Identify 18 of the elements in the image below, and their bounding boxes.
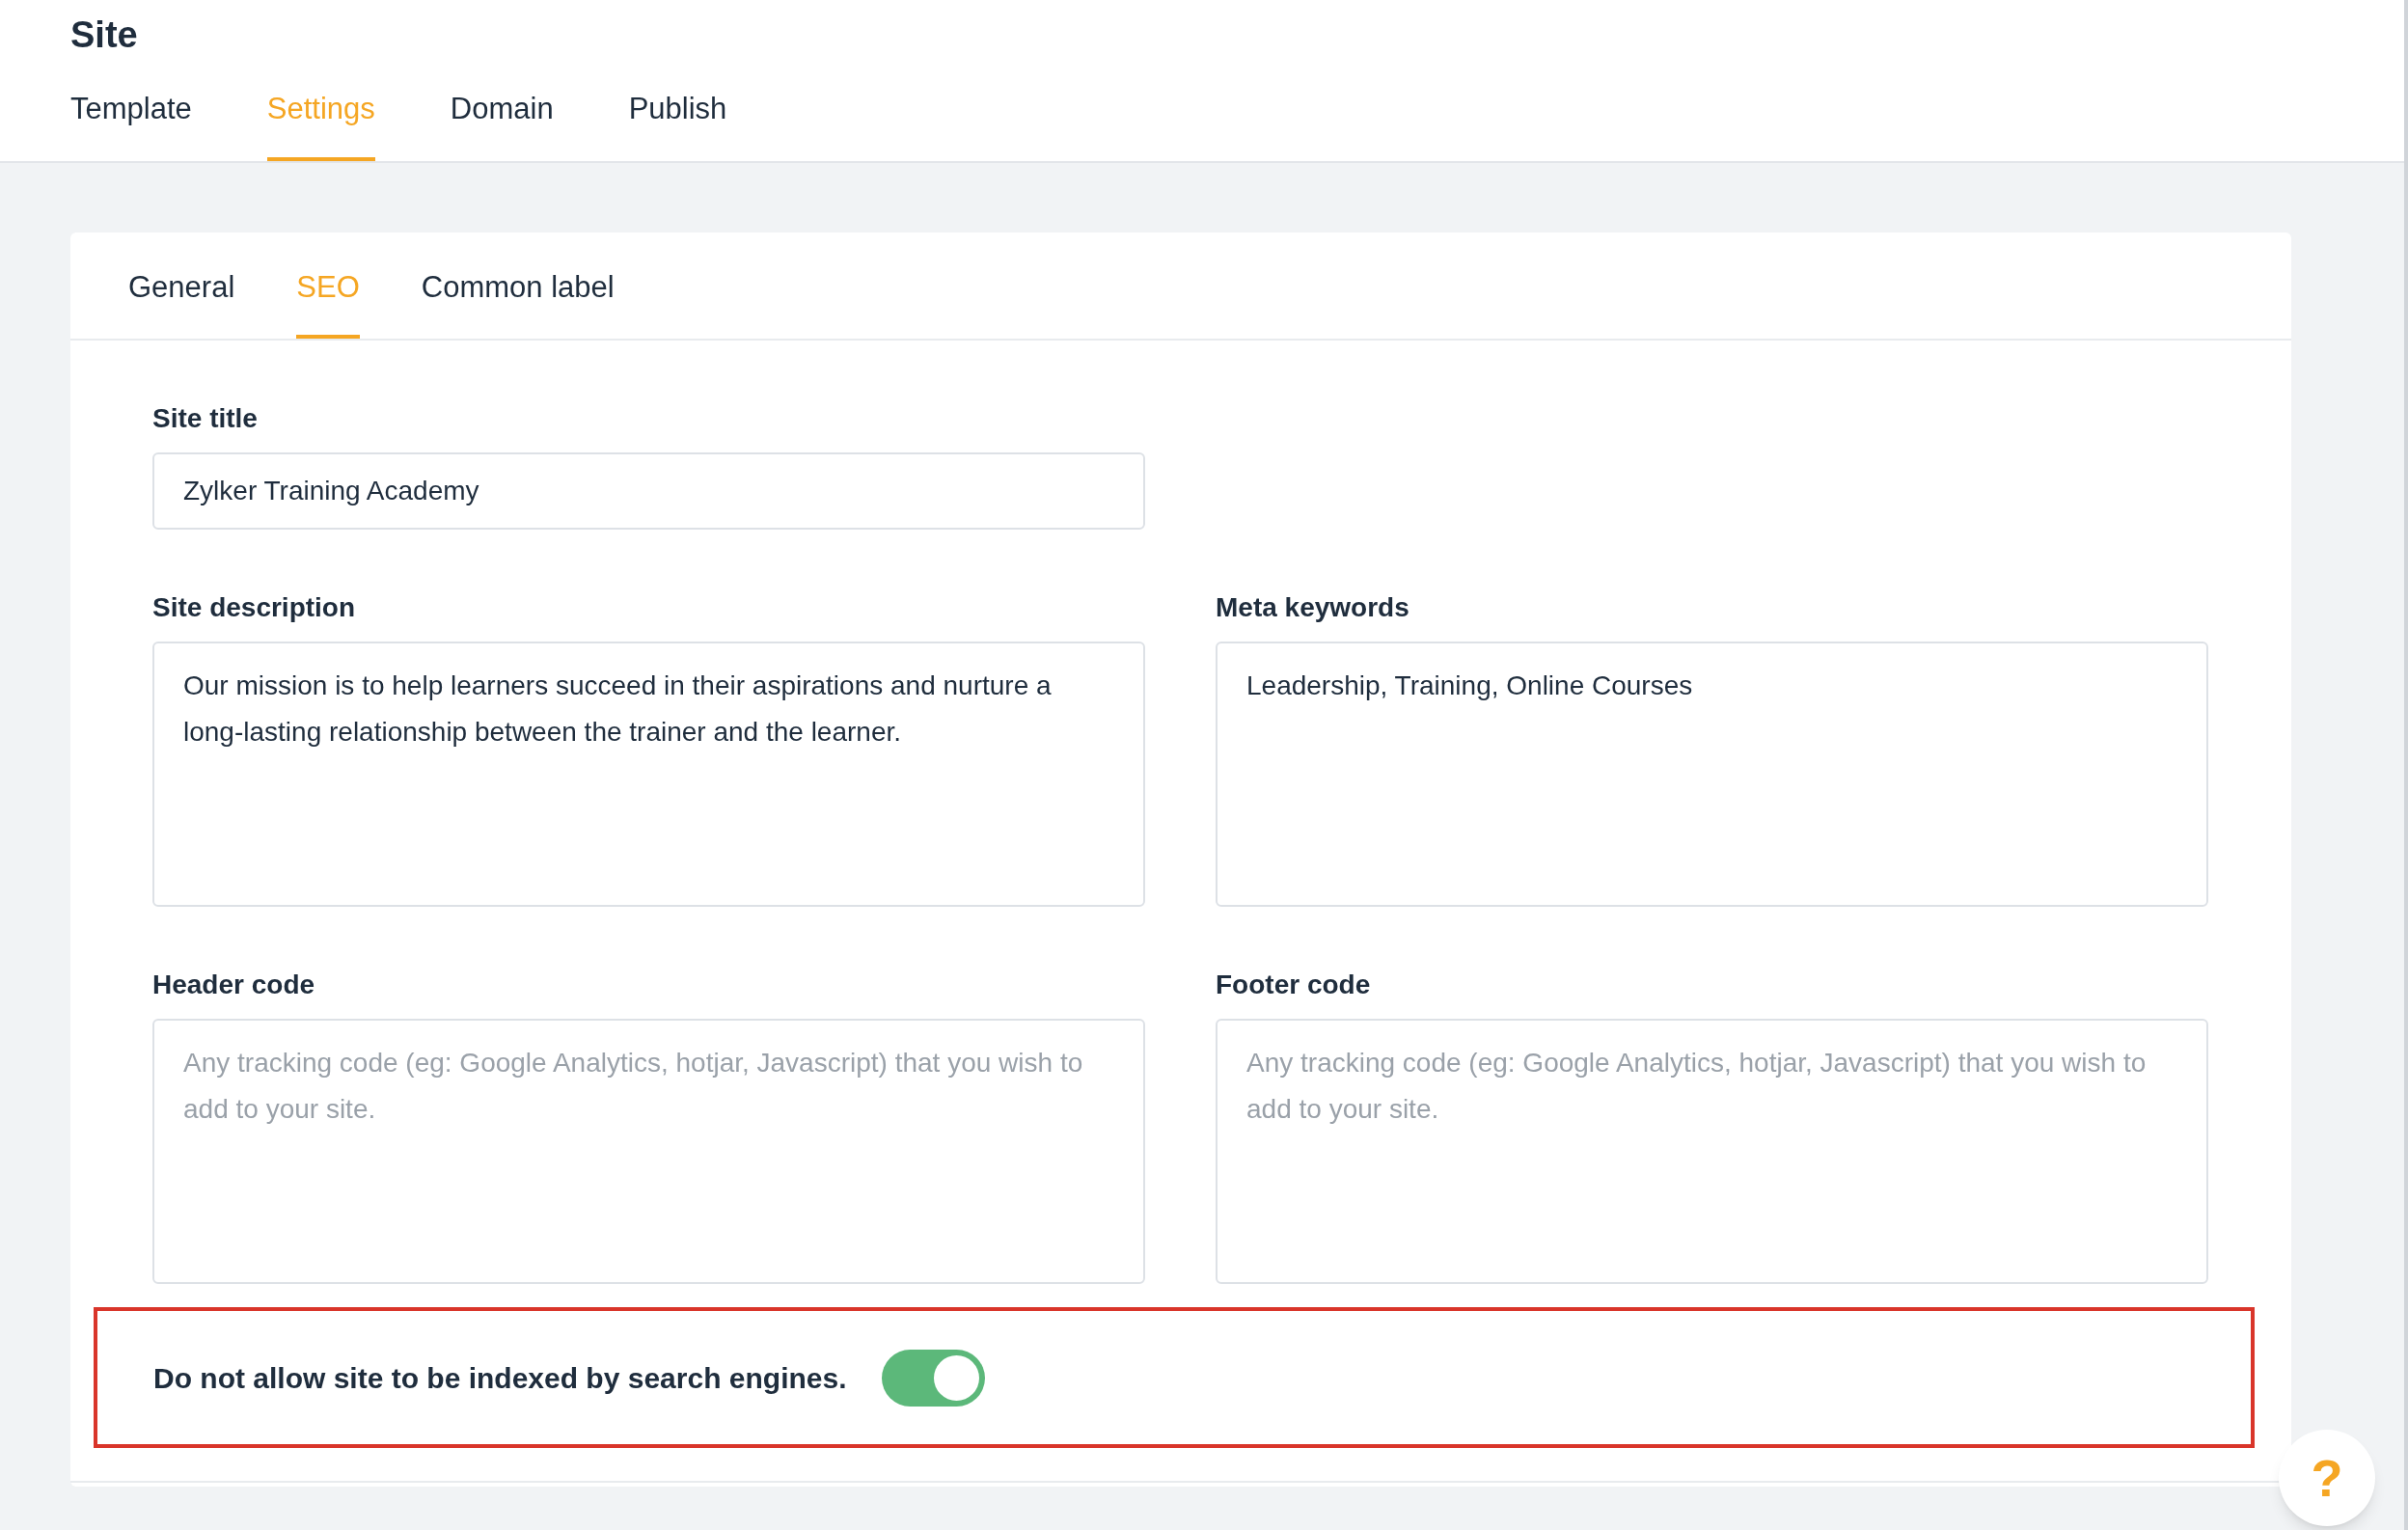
text-field[interactable]: Zylker Training Academy [152,452,1145,530]
toggle-switch[interactable] [881,1349,985,1407]
toggle-label: Do not allow site to be indexed by search engines. [153,1360,847,1396]
tab[interactable]: Domain [450,87,554,161]
field-label: Footer code [1216,969,1372,1001]
tab[interactable]: Template [70,87,192,161]
page-title: Site [70,14,139,57]
tab[interactable]: General [128,264,235,339]
text-area[interactable]: Our mission is to help learners succeed in their aspirations and nurture a long-lasting relationship between the trainer and the learner. [152,642,1145,907]
text-area[interactable]: Any tracking code (eg: Google Analytics, hotjar, Javascript) that you wish to add to your site. [152,1019,1145,1284]
field-label: Header code [152,969,316,1001]
tab[interactable]: Publish [628,87,727,161]
text-area[interactable]: Any tracking code (eg: Google Analytics, hotjar, Javascript) that you wish to add to your site. [1216,1019,2208,1284]
field-label: Site description [152,591,357,624]
text-area[interactable]: Leadership, Training, Online Courses [1216,642,2208,907]
field-label: Site title [152,402,259,435]
tab[interactable]: Common label [421,264,615,339]
field-label: Meta keywords [1216,591,1410,624]
